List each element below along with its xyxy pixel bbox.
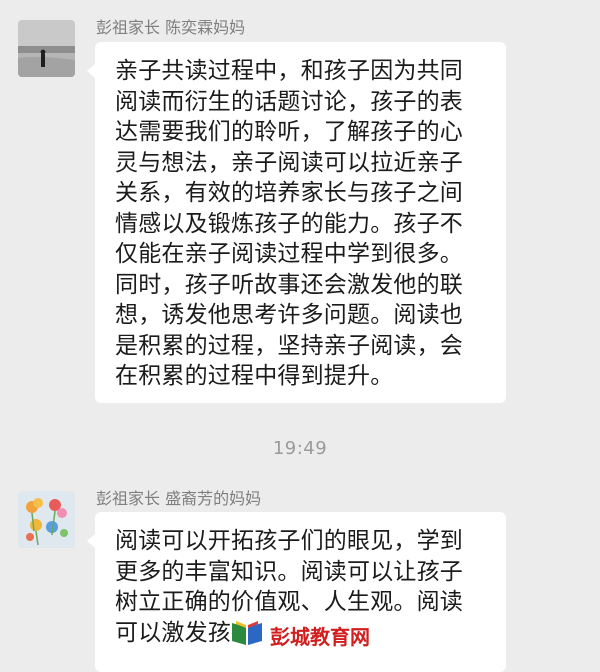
message-line: 在积累的过程中得到提升。 xyxy=(115,363,394,389)
message-line: 树立正确的价值观、人生观。阅读 xyxy=(115,589,463,615)
avatar-flower-painting-icon[interactable] xyxy=(18,491,75,548)
avatar-beach-photo-icon[interactable] xyxy=(18,20,75,77)
message-line: 关系，有效的培养家长与孩子之间 xyxy=(115,180,463,206)
message-line: 达需要我们的聆听，了解孩子的心 xyxy=(115,119,463,145)
message-line: 阅读而衍生的话题讨论，孩子的表 xyxy=(115,88,463,115)
message-line: 亲子共读过程中，和孩子因为共同 xyxy=(115,58,463,84)
sender-name: 彭祖家长 陈奕霖妈妈 xyxy=(96,18,246,37)
message-line: 仅能在亲子阅读过程中学到很多。 xyxy=(115,241,463,267)
watermark: 彭城教育网 xyxy=(230,619,370,651)
message-line: 灵与想法，亲子阅读可以拉近亲子 xyxy=(115,149,463,176)
message-line: 想，诱发他思考许多问题。阅读也 xyxy=(115,302,463,328)
watermark-text: 彭城教育网 xyxy=(270,624,370,649)
message-line: 情感以及锻炼孩子的能力。孩子不 xyxy=(115,210,463,237)
message-line: 同时，孩子听故事还会激发他的联 xyxy=(115,271,463,298)
message-line: 更多的丰富知识。阅读可以让孩子 xyxy=(115,558,463,585)
message-line: 是积累的过程，坚持亲子阅读，会 xyxy=(115,332,463,359)
message-line: 阅读可以开拓孩子们的眼见，学到 xyxy=(115,528,463,554)
book-logo-icon xyxy=(230,619,264,651)
message-bubble[interactable]: 亲子共读过程中，和孩子因为共同 阅读而衍生的话题讨论，孩子的表 达需要我们的聆听… xyxy=(87,42,506,403)
timestamp: 19:49 xyxy=(272,438,328,459)
chat-area: 彭祖家长 陈奕霖妈妈 亲子共读过程中，和孩子因为共同 阅读而衍生的话题讨论，孩子… xyxy=(0,0,600,672)
sender-name: 彭祖家长 盛裔芳的妈妈 xyxy=(96,489,262,508)
